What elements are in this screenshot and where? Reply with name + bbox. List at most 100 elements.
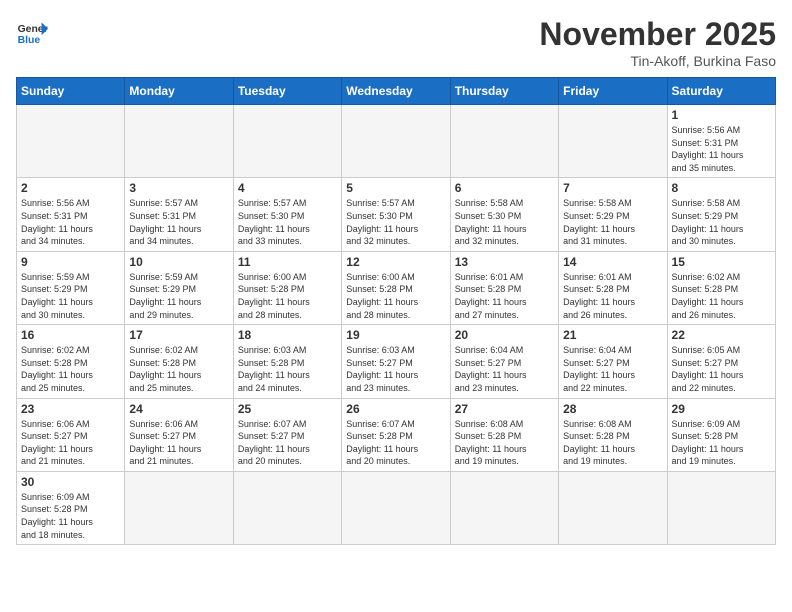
day-number: 6 — [455, 181, 554, 195]
calendar-day-cell: 9Sunrise: 5:59 AM Sunset: 5:29 PM Daylig… — [17, 251, 125, 324]
calendar-day-cell — [342, 105, 450, 178]
day-number: 9 — [21, 255, 120, 269]
calendar-day-cell: 6Sunrise: 5:58 AM Sunset: 5:30 PM Daylig… — [450, 178, 558, 251]
calendar-day-cell — [450, 105, 558, 178]
day-info: Sunrise: 6:02 AM Sunset: 5:28 PM Dayligh… — [672, 271, 771, 321]
calendar-header-row: SundayMondayTuesdayWednesdayThursdayFrid… — [17, 78, 776, 105]
calendar-day-cell — [233, 105, 341, 178]
day-number: 24 — [129, 402, 228, 416]
calendar-day-cell — [667, 471, 775, 544]
day-number: 17 — [129, 328, 228, 342]
calendar-day-cell: 13 Sunrise: 6:01 AM Sunset: 5:28 PM Dayli… — [450, 251, 558, 324]
calendar-day-cell: 28 Sunrise: 6:08 AM Sunset: 5:28 PM Dayli… — [559, 398, 667, 471]
day-info: Sunrise: 6:03 AM Sunset: 5:28 PM Dayligh… — [238, 344, 337, 394]
calendar-day-cell: 30 Sunrise: 6:09 AM Sunset: 5:28 PM Dayli… — [17, 471, 125, 544]
day-info: Sunrise: 6:07 AM Sunset: 5:27 PM Dayligh… — [238, 418, 337, 468]
day-number: 30 — [21, 475, 120, 489]
day-number: 8 — [672, 181, 771, 195]
day-of-week-header: Sunday — [17, 78, 125, 105]
day-number: 29 — [672, 402, 771, 416]
calendar-week-row: 16Sunrise: 6:02 AM Sunset: 5:28 PM Dayli… — [17, 325, 776, 398]
day-number: 5 — [346, 181, 445, 195]
day-number: 27 — [455, 402, 554, 416]
calendar-day-cell: 19 Sunrise: 6:03 AM Sunset: 5:27 PM Dayli… — [342, 325, 450, 398]
day-number: 14 — [563, 255, 662, 269]
day-info: Sunrise: 6:02 AM Sunset: 5:28 PM Dayligh… — [21, 344, 120, 394]
day-info: Sunrise: 5:56 AM Sunset: 5:31 PM Dayligh… — [21, 197, 120, 247]
day-info: Sunrise: 6:06 AM Sunset: 5:27 PM Dayligh… — [129, 418, 228, 468]
day-info: Sunrise: 5:57 AM Sunset: 5:31 PM Dayligh… — [129, 197, 228, 247]
calendar-day-cell: 25 Sunrise: 6:07 AM Sunset: 5:27 PM Dayli… — [233, 398, 341, 471]
day-info: Sunrise: 6:00 AM Sunset: 5:28 PM Dayligh… — [238, 271, 337, 321]
day-number: 26 — [346, 402, 445, 416]
day-number: 13 — [455, 255, 554, 269]
calendar-day-cell: 26 Sunrise: 6:07 AM Sunset: 5:28 PM Dayli… — [342, 398, 450, 471]
day-number: 28 — [563, 402, 662, 416]
day-of-week-header: Thursday — [450, 78, 558, 105]
day-number: 12 — [346, 255, 445, 269]
calendar-week-row: 9 Sunrise: 5:59 AM Sunset: 5:29 PM Daylig… — [17, 251, 776, 324]
day-info: Sunrise: 5:57 AM Sunset: 5:30 PM Dayligh… — [238, 197, 337, 247]
day-number: 23 — [21, 402, 120, 416]
title-block: November 2025 Tin-Akoff, Burkina Faso — [539, 16, 776, 69]
location-title: Tin-Akoff, Burkina Faso — [539, 53, 776, 69]
day-info: Sunrise: 6:08 AM Sunset: 5:28 PM Dayligh… — [563, 418, 662, 468]
day-info: Sunrise: 5:56 AM Sunset: 5:31 PM Dayligh… — [672, 124, 771, 174]
calendar-day-cell: 15 Sunrise: 6:02 AM Sunset: 5:28 PM Dayli… — [667, 251, 775, 324]
calendar-day-cell — [233, 471, 341, 544]
day-info: Sunrise: 6:01 AM Sunset: 5:28 PM Dayligh… — [455, 271, 554, 321]
calendar-day-cell: 8 Sunrise: 5:58 AM Sunset: 5:29 PM Daylig… — [667, 178, 775, 251]
day-info: Sunrise: 6:00 AM Sunset: 5:28 PM Dayligh… — [346, 271, 445, 321]
day-info: Sunrise: 6:07 AM Sunset: 5:28 PM Dayligh… — [346, 418, 445, 468]
page-header: General Blue November 2025 Tin-Akoff, Bu… — [16, 16, 776, 69]
day-number: 3 — [129, 181, 228, 195]
calendar-day-cell: 3 Sunrise: 5:57 AM Sunset: 5:31 PM Daylig… — [125, 178, 233, 251]
day-info: Sunrise: 6:05 AM Sunset: 5:27 PM Dayligh… — [672, 344, 771, 394]
day-number: 11 — [238, 255, 337, 269]
day-info: Sunrise: 5:59 AM Sunset: 5:29 PM Dayligh… — [129, 271, 228, 321]
calendar-table: SundayMondayTuesdayWednesdayThursdayFrid… — [16, 77, 776, 545]
day-info: Sunrise: 6:09 AM Sunset: 5:28 PM Dayligh… — [21, 491, 120, 541]
day-of-week-header: Tuesday — [233, 78, 341, 105]
day-number: 7 — [563, 181, 662, 195]
calendar-day-cell: 12 Sunrise: 6:00 AM Sunset: 5:28 PM Dayli… — [342, 251, 450, 324]
day-of-week-header: Saturday — [667, 78, 775, 105]
calendar-week-row: 1 Sunrise: 5:56 AM Sunset: 5:31 PM Daylig… — [17, 105, 776, 178]
day-info: Sunrise: 5:57 AM Sunset: 5:30 PM Dayligh… — [346, 197, 445, 247]
month-title: November 2025 — [539, 16, 776, 53]
calendar-day-cell: 23Sunrise: 6:06 AM Sunset: 5:27 PM Dayli… — [17, 398, 125, 471]
calendar-day-cell: 22Sunrise: 6:05 AM Sunset: 5:27 PM Dayli… — [667, 325, 775, 398]
calendar-day-cell: 11 Sunrise: 6:00 AM Sunset: 5:28 PM Dayli… — [233, 251, 341, 324]
calendar-day-cell — [125, 105, 233, 178]
day-number: 20 — [455, 328, 554, 342]
day-info: Sunrise: 6:09 AM Sunset: 5:28 PM Dayligh… — [672, 418, 771, 468]
logo: General Blue — [16, 16, 48, 48]
calendar-week-row: 2 Sunrise: 5:56 AM Sunset: 5:31 PM Daylig… — [17, 178, 776, 251]
calendar-day-cell: 7Sunrise: 5:58 AM Sunset: 5:29 PM Daylig… — [559, 178, 667, 251]
calendar-day-cell: 5 Sunrise: 5:57 AM Sunset: 5:30 PM Daylig… — [342, 178, 450, 251]
day-number: 19 — [346, 328, 445, 342]
day-number: 10 — [129, 255, 228, 269]
calendar-day-cell: 16Sunrise: 6:02 AM Sunset: 5:28 PM Dayli… — [17, 325, 125, 398]
day-info: Sunrise: 6:01 AM Sunset: 5:28 PM Dayligh… — [563, 271, 662, 321]
day-info: Sunrise: 6:08 AM Sunset: 5:28 PM Dayligh… — [455, 418, 554, 468]
day-info: Sunrise: 6:04 AM Sunset: 5:27 PM Dayligh… — [455, 344, 554, 394]
day-number: 2 — [21, 181, 120, 195]
calendar-day-cell: 2 Sunrise: 5:56 AM Sunset: 5:31 PM Daylig… — [17, 178, 125, 251]
calendar-day-cell: 14 Sunrise: 6:01 AM Sunset: 5:28 PM Dayli… — [559, 251, 667, 324]
calendar-day-cell: 18 Sunrise: 6:03 AM Sunset: 5:28 PM Dayli… — [233, 325, 341, 398]
day-number: 1 — [672, 108, 771, 122]
day-number: 25 — [238, 402, 337, 416]
day-info: Sunrise: 6:03 AM Sunset: 5:27 PM Dayligh… — [346, 344, 445, 394]
calendar-day-cell — [450, 471, 558, 544]
day-number: 15 — [672, 255, 771, 269]
calendar-day-cell — [125, 471, 233, 544]
calendar-day-cell: 21Sunrise: 6:04 AM Sunset: 5:27 PM Dayli… — [559, 325, 667, 398]
calendar-day-cell: 29 Sunrise: 6:09 AM Sunset: 5:28 PM Dayli… — [667, 398, 775, 471]
day-info: Sunrise: 5:58 AM Sunset: 5:29 PM Dayligh… — [672, 197, 771, 247]
calendar-day-cell: 24 Sunrise: 6:06 AM Sunset: 5:27 PM Dayli… — [125, 398, 233, 471]
calendar-day-cell — [342, 471, 450, 544]
day-number: 18 — [238, 328, 337, 342]
calendar-day-cell: 17Sunrise: 6:02 AM Sunset: 5:28 PM Dayli… — [125, 325, 233, 398]
day-of-week-header: Monday — [125, 78, 233, 105]
